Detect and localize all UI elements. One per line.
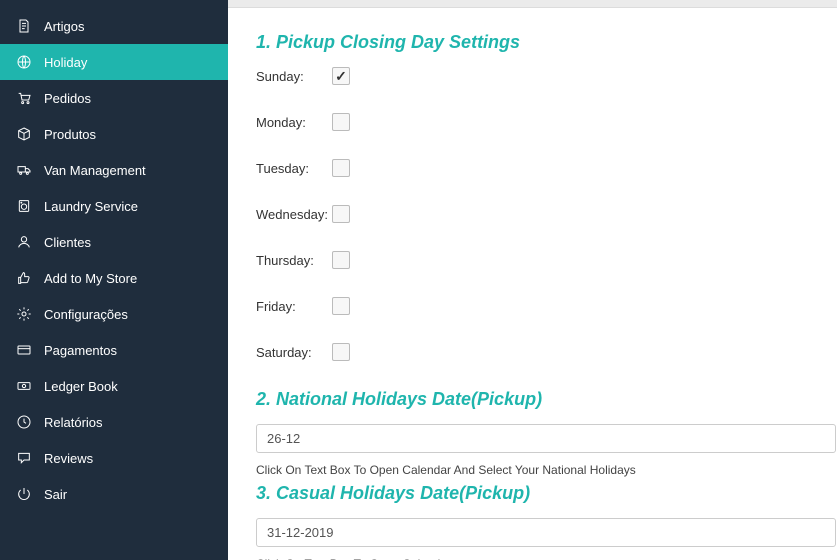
day-label: Wednesday: <box>256 207 332 222</box>
sidebar-item-van-management[interactable]: Van Management <box>0 152 228 188</box>
sidebar-item-pedidos[interactable]: Pedidos <box>0 80 228 116</box>
day-row-wednesday: Wednesday: <box>256 205 809 223</box>
chat-icon <box>14 450 34 466</box>
sidebar-item-label: Configurações <box>44 307 128 322</box>
globe-icon <box>14 54 34 70</box>
sidebar-item-label: Van Management <box>44 163 146 178</box>
sidebar-item-add-to-my-store[interactable]: Add to My Store <box>0 260 228 296</box>
top-bar <box>228 0 837 8</box>
day-row-sunday: Sunday: <box>256 67 809 85</box>
sidebar-item-relatorios[interactable]: Relatórios <box>0 404 228 440</box>
power-icon <box>14 486 34 502</box>
sidebar-item-label: Laundry Service <box>44 199 138 214</box>
sidebar: Artigos Holiday Pedidos Produtos Van Man… <box>0 0 228 560</box>
checkbox-saturday[interactable] <box>332 343 350 361</box>
day-label: Saturday: <box>256 345 332 360</box>
truck-icon <box>14 162 34 178</box>
checkbox-tuesday[interactable] <box>332 159 350 177</box>
section-title-closing-days: 1. Pickup Closing Day Settings <box>256 32 809 53</box>
sidebar-item-laundry-service[interactable]: Laundry Service <box>0 188 228 224</box>
sidebar-item-configuracoes[interactable]: Configurações <box>0 296 228 332</box>
thumbs-up-icon <box>14 270 34 286</box>
checkbox-friday[interactable] <box>332 297 350 315</box>
day-row-saturday: Saturday: <box>256 343 809 361</box>
sidebar-item-label: Sair <box>44 487 67 502</box>
casual-holidays-input[interactable] <box>256 518 836 547</box>
national-holidays-input[interactable] <box>256 424 836 453</box>
user-icon <box>14 234 34 250</box>
day-label: Sunday: <box>256 69 332 84</box>
section-title-national-holidays: 2. National Holidays Date(Pickup) <box>256 389 809 410</box>
sidebar-item-reviews[interactable]: Reviews <box>0 440 228 476</box>
sidebar-item-label: Holiday <box>44 55 87 70</box>
day-label: Tuesday: <box>256 161 332 176</box>
checkbox-thursday[interactable] <box>332 251 350 269</box>
settings-icon <box>14 306 34 322</box>
sidebar-item-label: Reviews <box>44 451 93 466</box>
day-row-thursday: Thursday: <box>256 251 809 269</box>
sidebar-item-clientes[interactable]: Clientes <box>0 224 228 260</box>
sidebar-item-produtos[interactable]: Produtos <box>0 116 228 152</box>
package-icon <box>14 126 34 142</box>
section-title-casual-holidays: 3. Casual Holidays Date(Pickup) <box>256 483 809 504</box>
sidebar-item-label: Pedidos <box>44 91 91 106</box>
sidebar-item-ledger-book[interactable]: Ledger Book <box>0 368 228 404</box>
cart-icon <box>14 90 34 106</box>
sidebar-item-holiday[interactable]: Holiday <box>0 44 228 80</box>
sidebar-item-label: Add to My Store <box>44 271 137 286</box>
sidebar-item-label: Artigos <box>44 19 84 34</box>
sidebar-item-label: Pagamentos <box>44 343 117 358</box>
sidebar-item-artigos[interactable]: Artigos <box>0 8 228 44</box>
day-label: Monday: <box>256 115 332 130</box>
day-label: Thursday: <box>256 253 332 268</box>
day-row-friday: Friday: <box>256 297 809 315</box>
money-icon <box>14 378 34 394</box>
checkbox-monday[interactable] <box>332 113 350 131</box>
clock-icon <box>14 414 34 430</box>
laundry-icon <box>14 198 34 214</box>
document-icon <box>14 18 34 34</box>
day-row-monday: Monday: <box>256 113 809 131</box>
sidebar-item-label: Ledger Book <box>44 379 118 394</box>
national-holidays-hint: Click On Text Box To Open Calendar And S… <box>256 463 809 477</box>
main-content: 1. Pickup Closing Day Settings Sunday: M… <box>228 0 837 560</box>
credit-card-icon <box>14 342 34 358</box>
checkbox-sunday[interactable] <box>332 67 350 85</box>
sidebar-item-label: Clientes <box>44 235 91 250</box>
sidebar-item-label: Produtos <box>44 127 96 142</box>
day-label: Friday: <box>256 299 332 314</box>
sidebar-item-label: Relatórios <box>44 415 103 430</box>
sidebar-item-pagamentos[interactable]: Pagamentos <box>0 332 228 368</box>
checkbox-wednesday[interactable] <box>332 205 350 223</box>
day-row-tuesday: Tuesday: <box>256 159 809 177</box>
sidebar-item-sair[interactable]: Sair <box>0 476 228 512</box>
